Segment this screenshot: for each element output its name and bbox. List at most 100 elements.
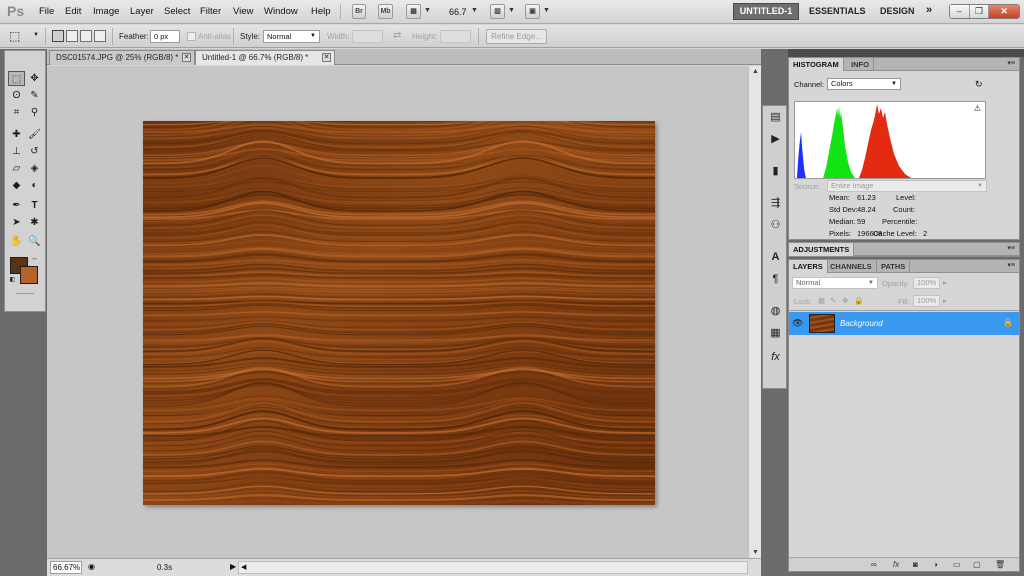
refine-edge-button[interactable]: Refine Edge... [486,29,547,44]
path-selection-tool-icon[interactable]: ➤ [8,215,25,230]
more-workspaces-icon[interactable]: » [926,4,932,16]
default-colors-icon[interactable]: ◧ [4,273,21,288]
close-button[interactable]: ✕ [989,5,1019,18]
tab-paths[interactable]: PATHS [877,260,911,273]
menu-file[interactable]: File [39,6,54,17]
quick-selection-tool-icon[interactable]: ✎ [26,88,43,103]
zoom-tool-icon[interactable]: 🔍 [26,234,43,249]
menu-view[interactable]: View [233,6,253,17]
marquee-tool-icon[interactable]: ⬚ [8,71,25,86]
menu-layer[interactable]: Layer [130,6,154,17]
clone-stamp-tool-icon[interactable]: ⊥ [8,144,25,159]
restore-button[interactable]: ❐ [969,5,990,18]
eyedropper-tool-icon[interactable]: ⚲ [26,105,43,120]
crop-tool-icon[interactable]: ⌗ [8,105,25,120]
lock-pixels-icon[interactable]: ✎ [830,296,836,305]
lock-all-icon[interactable]: 🔒 [854,296,863,305]
visibility-eye-icon[interactable]: 👁 [792,318,803,329]
brush-tool-icon[interactable]: 🖌 [26,127,43,142]
type-tool-icon[interactable]: T [26,198,43,213]
menu-select[interactable]: Select [164,6,190,17]
horizontal-scrollbar[interactable]: ◀ [238,561,748,574]
opacity-input[interactable]: 100% [913,277,940,289]
workspace-essentials[interactable]: ESSENTIALS [809,6,866,16]
width-input[interactable] [352,30,383,43]
tab-channels[interactable]: CHANNELS [826,260,877,273]
layer-style-icon[interactable]: fx [893,560,899,569]
chevron-down-icon[interactable]: ▼ [424,7,431,14]
brush-presets-icon[interactable]: ▮ [768,164,783,179]
history-brush-tool-icon[interactable]: ↺ [26,144,43,159]
swatches-panel-icon[interactable]: ▦ [768,326,783,341]
document-canvas[interactable] [143,121,655,505]
background-color-swatch[interactable] [20,266,38,284]
fill-slider-icon[interactable]: ▸ [943,296,947,305]
actions-panel-icon[interactable]: ▶ [768,132,783,147]
clone-source-icon[interactable]: ⚇ [768,218,783,233]
swap-icon[interactable]: ⇄ [393,30,401,41]
layer-mask-icon[interactable]: ◙ [913,560,918,569]
feather-input[interactable]: 0 px [150,30,180,43]
lasso-tool-icon[interactable]: ʘ [8,88,25,103]
layer-name[interactable]: Background [840,319,883,328]
new-selection-icon[interactable] [52,30,64,42]
tool-presets-icon[interactable]: ⇶ [768,196,783,211]
style-select[interactable]: Normal ▼ [263,30,320,43]
layer-row[interactable]: 👁 Background 🔒 [789,312,1019,335]
tab-histogram[interactable]: HISTOGRAM [789,58,844,71]
chevron-down-icon[interactable]: ▼ [543,7,550,14]
healing-brush-tool-icon[interactable]: ✚ [8,127,25,142]
eraser-tool-icon[interactable]: ▱ [8,161,25,176]
tab-adjustments[interactable]: ADJUSTMENTS [789,243,855,256]
paragraph-panel-icon[interactable]: ¶ [768,272,783,287]
panel-menu-icon[interactable]: ▾≡ [1007,244,1015,252]
hand-tool-icon[interactable]: ✋ [8,234,25,249]
tab-dsc01574[interactable]: DSC01574.JPG @ 25% (RGB/8) * ✕ [49,50,195,65]
scroll-left-icon[interactable]: ◀ [241,563,246,571]
character-panel-icon[interactable]: A [768,250,783,265]
chevron-down-icon[interactable]: ▼ [471,7,478,14]
scroll-up-icon[interactable]: ▲ [751,68,760,75]
chevron-down-icon[interactable]: ▼ [33,32,39,38]
close-icon[interactable]: ✕ [322,53,331,62]
color-panel-icon[interactable]: ◍ [768,304,783,319]
tool-preset-icon[interactable]: ⬚ [9,29,20,43]
status-info-icon[interactable]: ◉ [88,562,95,571]
minimize-button[interactable]: – [950,5,970,18]
menu-filter[interactable]: Filter [200,6,221,17]
pen-tool-icon[interactable]: ✒ [8,198,25,213]
panel-menu-icon[interactable]: ▾≡ [1007,261,1015,269]
channel-select[interactable]: Colors ▼ [827,78,901,90]
arrange-documents-icon[interactable]: ▥ [490,4,505,19]
new-layer-icon[interactable]: ▢ [973,560,981,569]
screen-mode-icon[interactable]: ▣ [525,4,540,19]
swap-colors-icon[interactable]: ↔ [26,251,43,266]
lock-position-icon[interactable]: ✥ [842,296,848,305]
paint-bucket-tool-icon[interactable]: ◈ [26,161,43,176]
close-icon[interactable]: ✕ [182,53,191,62]
status-zoom-input[interactable]: 66.67% [50,561,82,574]
delete-layer-icon[interactable]: 🗑 [995,560,1005,569]
adjustment-layer-icon[interactable]: ◑ [933,560,938,569]
move-tool-icon[interactable]: ✥ [26,71,43,86]
blur-tool-icon[interactable]: ◆ [8,178,25,193]
vertical-scrollbar[interactable]: ▲ ▼ [748,66,761,558]
custom-shape-tool-icon[interactable]: ✱ [26,215,43,230]
new-group-icon[interactable]: ▭ [953,560,961,569]
mini-bridge-button[interactable]: Mb [378,4,393,19]
menu-image[interactable]: Image [93,6,119,17]
scroll-down-icon[interactable]: ▼ [751,549,760,556]
status-menu-arrow-icon[interactable]: ▶ [230,562,236,571]
source-select[interactable]: Entire Image ▼ [827,180,987,192]
styles-panel-icon[interactable]: fx [768,350,783,365]
fill-input[interactable]: 100% [913,295,940,307]
menu-window[interactable]: Window [264,6,298,17]
history-panel-icon[interactable]: ▤ [768,110,783,125]
lock-transparent-icon[interactable]: ▦ [818,296,825,305]
menu-edit[interactable]: Edit [65,6,81,17]
add-selection-icon[interactable] [66,30,78,42]
bridge-button[interactable]: Br [352,4,366,19]
tab-info[interactable]: INFO [847,58,874,71]
dodge-tool-icon[interactable]: ◐ [26,178,43,193]
tab-untitled-1[interactable]: Untitled-1 @ 66.7% (RGB/8) * ✕ [195,50,335,65]
